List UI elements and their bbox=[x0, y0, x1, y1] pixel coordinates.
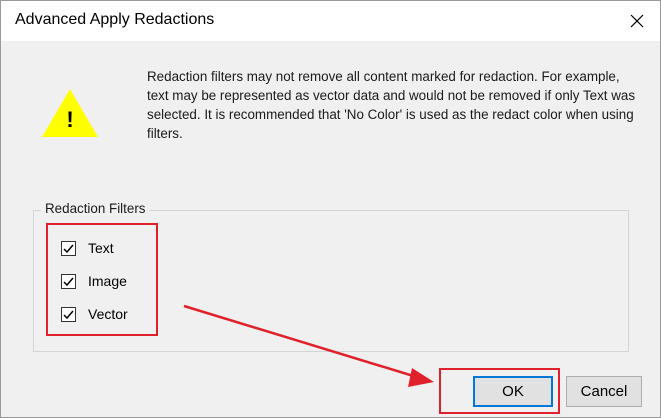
advanced-apply-redactions-dialog: Advanced Apply Redactions ! Redaction fi… bbox=[0, 0, 661, 418]
close-button[interactable] bbox=[614, 1, 660, 41]
ok-highlight-box bbox=[439, 368, 560, 414]
filters-highlight-box bbox=[46, 223, 158, 336]
cancel-button[interactable]: Cancel bbox=[566, 376, 642, 407]
redaction-filters-label: Redaction Filters bbox=[41, 201, 150, 216]
close-icon bbox=[630, 14, 644, 28]
dialog-title: Advanced Apply Redactions bbox=[15, 11, 215, 28]
warning-message: Redaction filters may not remove all con… bbox=[147, 69, 636, 141]
warning-glyph: ! bbox=[66, 107, 73, 132]
warning-icon: ! bbox=[42, 89, 98, 137]
title-bar: Advanced Apply Redactions bbox=[1, 1, 660, 41]
